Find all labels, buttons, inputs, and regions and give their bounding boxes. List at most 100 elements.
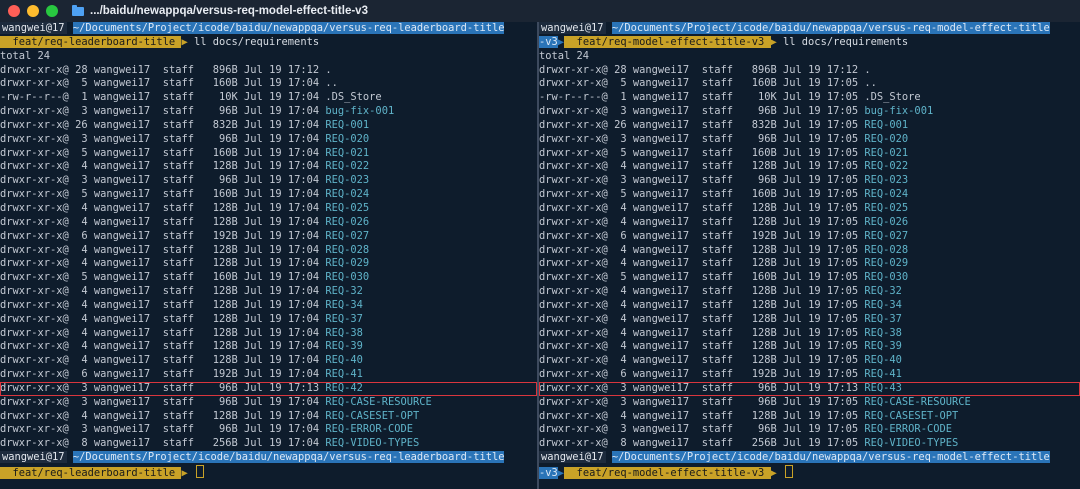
- file-links: 28: [68, 63, 88, 76]
- file-row[interactable]: drwxr-xr-x@ 6 wangwei17 staff 192B Jul 1…: [0, 368, 537, 382]
- file-row[interactable]: drwxr-xr-x@ 4 wangwei17 staff 128B Jul 1…: [0, 160, 537, 174]
- file-row[interactable]: drwxr-xr-x@ 5 wangwei17 staff 160B Jul 1…: [0, 147, 537, 161]
- close-icon[interactable]: [8, 5, 20, 17]
- file-row[interactable]: drwxr-xr-x@ 4 wangwei17 staff 128B Jul 1…: [539, 285, 1080, 299]
- prompt-path[interactable]: ~/Documents/Project/icode/baidu/newappqa…: [72, 451, 505, 464]
- file-owner: wangwei17: [632, 188, 690, 201]
- file-row[interactable]: drwxr-xr-x@ 3 wangwei17 staff 96B Jul 19…: [0, 381, 537, 396]
- file-size: 128B: [193, 201, 238, 214]
- file-perm: drwxr-xr-x@: [539, 77, 608, 90]
- file-owner: wangwei17: [93, 354, 151, 367]
- file-row[interactable]: drwxr-xr-x@ 4 wangwei17 staff 128B Jul 1…: [539, 410, 1080, 424]
- file-row[interactable]: drwxr-xr-x@ 4 wangwei17 staff 128B Jul 1…: [0, 257, 537, 271]
- file-row[interactable]: drwxr-xr-x@ 28 wangwei17 staff 896B Jul …: [0, 64, 537, 78]
- file-row[interactable]: drwxr-xr-x@ 4 wangwei17 staff 128B Jul 1…: [539, 299, 1080, 313]
- file-name: REQ-ERROR-CODE: [864, 423, 952, 436]
- file-links: 5: [68, 77, 88, 90]
- file-row[interactable]: drwxr-xr-x@ 3 wangwei17 staff 96B Jul 19…: [539, 105, 1080, 119]
- prompt-path[interactable]: ~/Documents/Project/icode/baidu/newappqa…: [72, 22, 505, 34]
- file-row[interactable]: drwxr-xr-x@ 4 wangwei17 staff 128B Jul 1…: [539, 340, 1080, 354]
- terminal-pane-left[interactable]: wangwei@17 ~/Documents/Project/icode/bai…: [0, 22, 537, 489]
- file-row[interactable]: drwxr-xr-x@ 28 wangwei17 staff 896B Jul …: [539, 64, 1080, 78]
- file-row[interactable]: drwxr-xr-x@ 4 wangwei17 staff 128B Jul 1…: [539, 216, 1080, 230]
- file-row[interactable]: drwxr-xr-x@ 5 wangwei17 staff 160B Jul 1…: [539, 77, 1080, 91]
- file-owner: wangwei17: [632, 146, 690, 159]
- file-name: REQ-39: [325, 340, 363, 353]
- file-row[interactable]: drwxr-xr-x@ 3 wangwei17 staff 96B Jul 19…: [0, 423, 537, 437]
- file-name: REQ-028: [325, 243, 370, 256]
- file-row[interactable]: drwxr-xr-x@ 4 wangwei17 staff 128B Jul 1…: [0, 354, 537, 368]
- file-row[interactable]: drwxr-xr-x@ 5 wangwei17 staff 160B Jul 1…: [0, 188, 537, 202]
- file-perm: drwxr-xr-x@: [539, 271, 608, 284]
- file-date: Jul 19 17:05: [783, 354, 859, 367]
- file-links: 4: [68, 298, 88, 311]
- file-row[interactable]: drwxr-xr-x@ 6 wangwei17 staff 192B Jul 1…: [539, 230, 1080, 244]
- file-row[interactable]: drwxr-xr-x@ 4 wangwei17 staff 128B Jul 1…: [0, 244, 537, 258]
- file-row[interactable]: drwxr-xr-x@ 5 wangwei17 staff 160B Jul 1…: [539, 188, 1080, 202]
- file-row[interactable]: drwxr-xr-x@ 3 wangwei17 staff 96B Jul 19…: [539, 381, 1080, 396]
- file-row[interactable]: drwxr-xr-x@ 4 wangwei17 staff 128B Jul 1…: [0, 216, 537, 230]
- file-row[interactable]: drwxr-xr-x@ 3 wangwei17 staff 96B Jul 19…: [0, 396, 537, 410]
- file-row[interactable]: drwxr-xr-x@ 4 wangwei17 staff 128B Jul 1…: [539, 327, 1080, 341]
- file-row[interactable]: drwxr-xr-x@ 4 wangwei17 staff 128B Jul 1…: [539, 354, 1080, 368]
- terminal-pane-right[interactable]: wangwei@17 ~/Documents/Project/icode/bai…: [539, 22, 1080, 489]
- file-row[interactable]: -rw-r--r--@ 1 wangwei17 staff 10K Jul 19…: [539, 91, 1080, 105]
- file-row[interactable]: drwxr-xr-x@ 4 wangwei17 staff 128B Jul 1…: [0, 313, 537, 327]
- file-row[interactable]: -rw-r--r--@ 1 wangwei17 staff 10K Jul 19…: [0, 91, 537, 105]
- file-perm: drwxr-xr-x@: [539, 368, 608, 381]
- file-row[interactable]: drwxr-xr-x@ 3 wangwei17 staff 96B Jul 19…: [539, 423, 1080, 437]
- file-row[interactable]: drwxr-xr-x@ 4 wangwei17 staff 128B Jul 1…: [539, 313, 1080, 327]
- file-owner: wangwei17: [632, 381, 690, 394]
- file-row[interactable]: drwxr-xr-x@ 5 wangwei17 staff 160B Jul 1…: [0, 77, 537, 91]
- file-row[interactable]: drwxr-xr-x@ 5 wangwei17 staff 160B Jul 1…: [0, 271, 537, 285]
- file-owner: wangwei17: [93, 437, 151, 450]
- file-date: Jul 19 17:04: [244, 174, 320, 187]
- file-row[interactable]: drwxr-xr-x@ 3 wangwei17 staff 96B Jul 19…: [539, 174, 1080, 188]
- file-size: 832B: [193, 118, 238, 131]
- file-row[interactable]: drwxr-xr-x@ 3 wangwei17 staff 96B Jul 19…: [0, 105, 537, 119]
- file-row[interactable]: drwxr-xr-x@ 8 wangwei17 staff 256B Jul 1…: [0, 437, 537, 451]
- git-branch-segment[interactable]: feat/req-model-effect-title-v3: [564, 35, 771, 48]
- file-row[interactable]: drwxr-xr-x@ 6 wangwei17 staff 192B Jul 1…: [0, 230, 537, 244]
- terminal-cursor[interactable]: [195, 465, 204, 478]
- git-branch-segment[interactable]: feat/req-model-effect-title-v3: [564, 467, 771, 479]
- file-size: 10K: [732, 91, 777, 104]
- file-size: 192B: [193, 368, 238, 381]
- file-row[interactable]: drwxr-xr-x@ 8 wangwei17 staff 256B Jul 1…: [539, 437, 1080, 451]
- minimize-icon[interactable]: [27, 5, 39, 17]
- file-row[interactable]: drwxr-xr-x@ 26 wangwei17 staff 832B Jul …: [0, 119, 537, 133]
- file-row[interactable]: drwxr-xr-x@ 4 wangwei17 staff 128B Jul 1…: [0, 202, 537, 216]
- prompt-path[interactable]: ~/Documents/Project/icode/baidu/newappqa…: [611, 451, 1050, 464]
- prompt-path[interactable]: ~/Documents/Project/icode/baidu/newappqa…: [611, 22, 1050, 34]
- file-row[interactable]: drwxr-xr-x@ 4 wangwei17 staff 128B Jul 1…: [0, 299, 537, 313]
- file-row[interactable]: drwxr-xr-x@ 3 wangwei17 staff 96B Jul 19…: [539, 133, 1080, 147]
- git-branch-segment[interactable]: feat/req-leaderboard-title: [0, 35, 182, 48]
- file-row[interactable]: drwxr-xr-x@ 4 wangwei17 staff 128B Jul 1…: [0, 285, 537, 299]
- file-name: REQ-42: [325, 381, 363, 394]
- file-row[interactable]: drwxr-xr-x@ 3 wangwei17 staff 96B Jul 19…: [0, 133, 537, 147]
- file-row[interactable]: drwxr-xr-x@ 6 wangwei17 staff 192B Jul 1…: [539, 368, 1080, 382]
- file-row[interactable]: drwxr-xr-x@ 4 wangwei17 staff 128B Jul 1…: [0, 340, 537, 354]
- file-row[interactable]: drwxr-xr-x@ 4 wangwei17 staff 128B Jul 1…: [539, 257, 1080, 271]
- file-row[interactable]: drwxr-xr-x@ 3 wangwei17 staff 96B Jul 19…: [0, 174, 537, 188]
- file-row[interactable]: drwxr-xr-x@ 26 wangwei17 staff 832B Jul …: [539, 119, 1080, 133]
- file-name: REQ-020: [864, 132, 909, 145]
- file-links: 6: [607, 368, 627, 381]
- file-row[interactable]: drwxr-xr-x@ 4 wangwei17 staff 128B Jul 1…: [539, 202, 1080, 216]
- file-row[interactable]: drwxr-xr-x@ 4 wangwei17 staff 128B Jul 1…: [539, 244, 1080, 258]
- zoom-icon[interactable]: [46, 5, 58, 17]
- file-row[interactable]: drwxr-xr-x@ 3 wangwei17 staff 96B Jul 19…: [539, 396, 1080, 410]
- git-branch-segment[interactable]: feat/req-leaderboard-title: [0, 467, 182, 479]
- file-row[interactable]: drwxr-xr-x@ 4 wangwei17 staff 128B Jul 1…: [539, 160, 1080, 174]
- file-row[interactable]: drwxr-xr-x@ 5 wangwei17 staff 160B Jul 1…: [539, 147, 1080, 161]
- file-group: staff: [162, 285, 194, 298]
- file-row[interactable]: drwxr-xr-x@ 5 wangwei17 staff 160B Jul 1…: [539, 271, 1080, 285]
- file-perm: drwxr-xr-x@: [539, 312, 608, 325]
- file-date: Jul 19 17:04: [244, 188, 320, 201]
- file-perm: drwxr-xr-x@: [0, 409, 69, 422]
- file-row[interactable]: drwxr-xr-x@ 4 wangwei17 staff 128B Jul 1…: [0, 410, 537, 424]
- file-group: staff: [162, 188, 194, 201]
- terminal-cursor[interactable]: [785, 465, 794, 478]
- file-size: 96B: [193, 174, 238, 187]
- file-row[interactable]: drwxr-xr-x@ 4 wangwei17 staff 128B Jul 1…: [0, 327, 537, 341]
